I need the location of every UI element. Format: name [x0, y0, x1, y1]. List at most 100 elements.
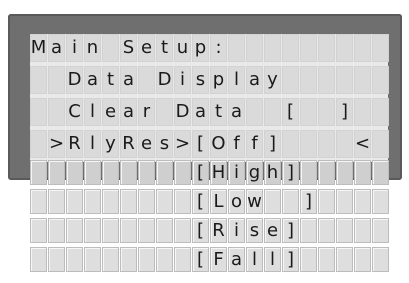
lcd-cell[interactable]: f: [228, 130, 245, 158]
lcd-cell[interactable]: y: [102, 130, 119, 158]
lcd-cell[interactable]: [300, 130, 317, 158]
option-char-cell[interactable]: [: [192, 218, 209, 243]
option-empty-cell[interactable]: [66, 160, 83, 185]
lcd-cell[interactable]: [48, 66, 65, 94]
option-empty-cell[interactable]: [138, 160, 155, 185]
option-char-cell[interactable]: ]: [282, 160, 299, 185]
lcd-cell[interactable]: [318, 66, 335, 94]
option-char-cell[interactable]: l: [264, 247, 281, 272]
option-empty-cell[interactable]: [174, 160, 191, 185]
option-empty-cell[interactable]: [48, 160, 65, 185]
option-empty-cell[interactable]: [156, 160, 173, 185]
lcd-cell[interactable]: [30, 98, 47, 126]
option-empty-cell[interactable]: [138, 247, 155, 272]
option-empty-cell[interactable]: [318, 189, 335, 214]
lcd-cell[interactable]: O: [210, 130, 227, 158]
option-empty-cell[interactable]: [354, 189, 371, 214]
option-empty-cell[interactable]: [102, 247, 119, 272]
lcd-cell[interactable]: p: [210, 66, 227, 94]
lcd-cell[interactable]: a: [228, 98, 245, 126]
option-empty-cell[interactable]: [120, 160, 137, 185]
option-char-cell[interactable]: i: [228, 160, 245, 185]
lcd-cell[interactable]: i: [174, 66, 191, 94]
option-empty-cell[interactable]: [300, 160, 317, 185]
lcd-cell[interactable]: R: [66, 130, 83, 158]
option-empty-cell[interactable]: [372, 189, 389, 214]
lcd-cell[interactable]: >: [48, 130, 65, 158]
option-empty-cell[interactable]: [48, 189, 65, 214]
lcd-cell[interactable]: [318, 130, 335, 158]
lcd-cell[interactable]: [30, 66, 47, 94]
lcd-cell[interactable]: [336, 66, 353, 94]
option-empty-cell[interactable]: [336, 160, 353, 185]
option-empty-cell[interactable]: [300, 218, 317, 243]
lcd-cell[interactable]: a: [120, 98, 137, 126]
option-char-cell[interactable]: i: [228, 218, 245, 243]
option-char-cell[interactable]: g: [246, 160, 263, 185]
option-empty-cell[interactable]: [300, 247, 317, 272]
lcd-cell[interactable]: [: [282, 98, 299, 126]
lcd-cell[interactable]: [354, 66, 371, 94]
option-char-cell[interactable]: [282, 189, 299, 214]
option-empty-cell[interactable]: [48, 218, 65, 243]
option-char-cell[interactable]: [: [192, 189, 209, 214]
option-empty-cell[interactable]: [138, 189, 155, 214]
lcd-cell[interactable]: [318, 98, 335, 126]
lcd-cell[interactable]: >: [174, 130, 191, 158]
option-empty-cell[interactable]: [372, 247, 389, 272]
lcd-cell[interactable]: [282, 130, 299, 158]
lcd-cell[interactable]: C: [66, 98, 83, 126]
option-empty-cell[interactable]: [30, 189, 47, 214]
lcd-cell[interactable]: R: [120, 130, 137, 158]
option-empty-cell[interactable]: [120, 247, 137, 272]
lcd-cell[interactable]: a: [246, 66, 263, 94]
option-empty-cell[interactable]: [174, 189, 191, 214]
option-empty-cell[interactable]: [30, 218, 47, 243]
lcd-cell[interactable]: l: [84, 98, 101, 126]
lcd-cell[interactable]: a: [192, 98, 209, 126]
option-empty-cell[interactable]: [120, 218, 137, 243]
option-char-cell[interactable]: s: [246, 218, 263, 243]
option-empty-cell[interactable]: [30, 160, 47, 185]
option-empty-cell[interactable]: [102, 189, 119, 214]
lcd-cell[interactable]: r: [138, 98, 155, 126]
option-empty-cell[interactable]: [354, 218, 371, 243]
option-empty-cell[interactable]: [336, 189, 353, 214]
option-empty-cell[interactable]: [318, 218, 335, 243]
lcd-cell[interactable]: [354, 98, 371, 126]
lcd-cell[interactable]: D: [174, 98, 191, 126]
option-char-cell[interactable]: e: [264, 218, 281, 243]
lcd-cell[interactable]: [246, 98, 263, 126]
lcd-cell[interactable]: l: [84, 130, 101, 158]
lcd-cell[interactable]: ]: [264, 130, 281, 158]
option-empty-cell[interactable]: [84, 218, 101, 243]
lcd-cell[interactable]: e: [102, 98, 119, 126]
option-empty-cell[interactable]: [174, 247, 191, 272]
option-empty-cell[interactable]: [102, 160, 119, 185]
lcd-cell[interactable]: [300, 66, 317, 94]
option-char-cell[interactable]: w: [246, 189, 263, 214]
lcd-cell[interactable]: [156, 98, 173, 126]
option-char-cell[interactable]: a: [228, 247, 245, 272]
option-empty-cell[interactable]: [156, 247, 173, 272]
lcd-cell[interactable]: y: [264, 66, 281, 94]
option-char-cell[interactable]: H: [210, 160, 227, 185]
option-empty-cell[interactable]: [156, 218, 173, 243]
option-empty-cell[interactable]: [66, 247, 83, 272]
option-empty-cell[interactable]: [48, 247, 65, 272]
option-empty-cell[interactable]: [372, 160, 389, 185]
option-empty-cell[interactable]: [156, 189, 173, 214]
option-char-cell[interactable]: ]: [282, 247, 299, 272]
lcd-cell[interactable]: s: [192, 66, 209, 94]
lcd-cell[interactable]: [: [192, 130, 209, 158]
lcd-cell[interactable]: [336, 130, 353, 158]
lcd-cell[interactable]: <: [354, 130, 371, 158]
lcd-cell[interactable]: [282, 66, 299, 94]
option-empty-cell[interactable]: [84, 160, 101, 185]
option-empty-cell[interactable]: [84, 247, 101, 272]
lcd-cell[interactable]: [300, 98, 317, 126]
option-empty-cell[interactable]: [336, 218, 353, 243]
option-empty-cell[interactable]: [84, 189, 101, 214]
lcd-cell[interactable]: a: [84, 66, 101, 94]
option-char-cell[interactable]: [264, 189, 281, 214]
